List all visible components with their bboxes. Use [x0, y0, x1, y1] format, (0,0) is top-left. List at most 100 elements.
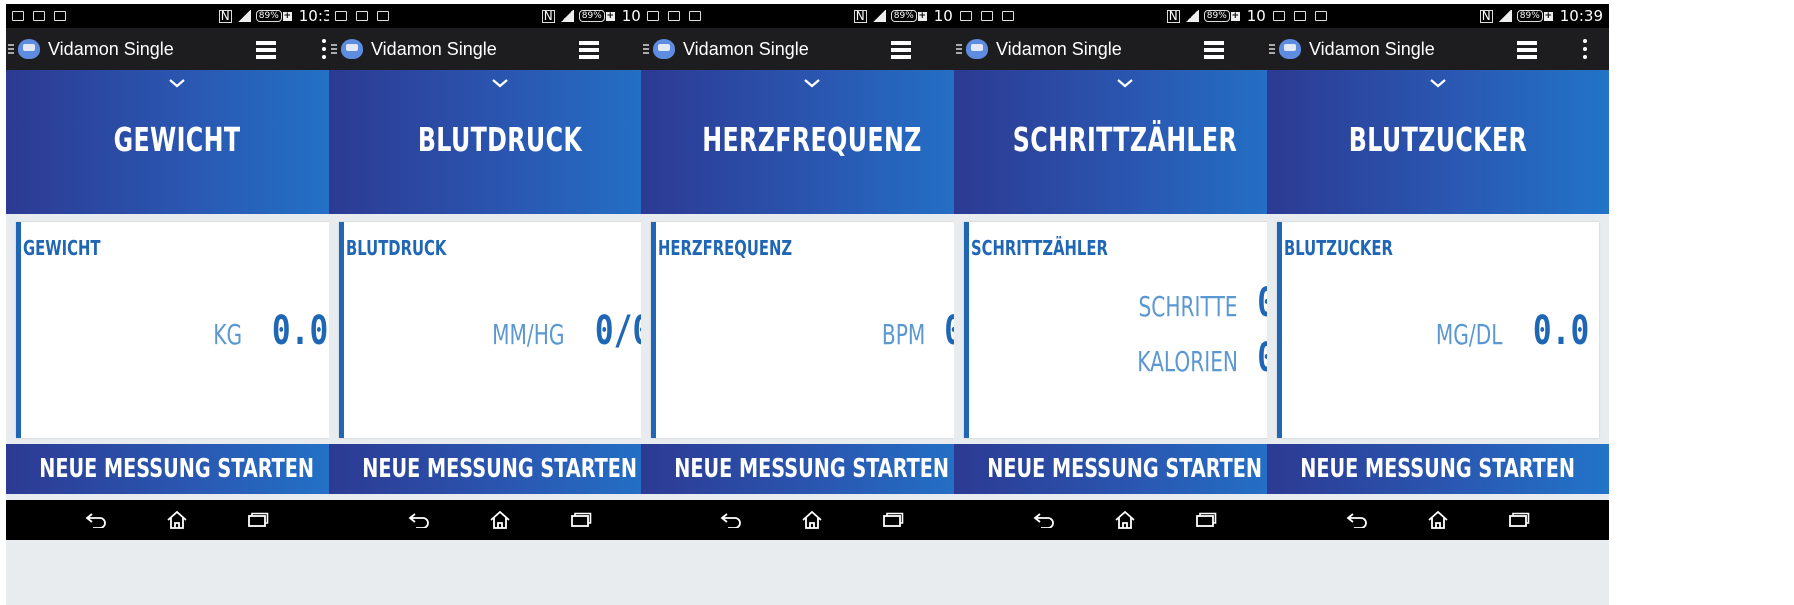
battery-level: 89%: [255, 10, 282, 22]
home-icon[interactable]: [166, 510, 188, 530]
list-view-icon[interactable]: [1204, 41, 1224, 59]
overflow-menu-icon[interactable]: [1583, 39, 1587, 59]
back-icon[interactable]: [1033, 512, 1055, 528]
start-measurement-label: NEUE MESSUNG STARTEN: [39, 454, 315, 484]
app-title: Vidamon Single: [1309, 38, 1435, 59]
hero-title: BLUTZUCKER: [1348, 120, 1528, 159]
measurement-card: SCHRITTZÄHLER SCHRITTE0 KALORIEN0: [964, 222, 1286, 438]
navigation-bar: [641, 500, 983, 540]
app-logo-icon[interactable]: [653, 39, 675, 59]
drawer-icon[interactable]: [643, 44, 649, 54]
hero-title: HERZFREQUENZ: [702, 120, 922, 159]
start-measurement-button[interactable]: NEUE MESSUNG STARTEN: [329, 444, 671, 494]
hero-banner: BLUTZUCKER: [1267, 70, 1609, 214]
navigation-bar: [1267, 500, 1609, 540]
back-icon[interactable]: [408, 512, 430, 528]
nfc-icon: N: [1479, 8, 1493, 23]
cast-icon: [1002, 11, 1014, 21]
metric-row: MG/DL 0.0: [1410, 308, 1589, 354]
start-measurement-button[interactable]: NEUE MESSUNG STARTEN: [954, 444, 1296, 494]
home-icon[interactable]: [489, 510, 511, 530]
measurement-card: GEWICHT KG 0.0: [16, 222, 338, 438]
home-icon[interactable]: [1114, 510, 1136, 530]
navigation-bar: [6, 500, 348, 540]
chevron-down-icon[interactable]: [1116, 78, 1134, 88]
drawer-icon[interactable]: [8, 44, 14, 54]
hero-title: BLUTDRUCK: [417, 120, 583, 159]
start-measurement-button[interactable]: NEUE MESSUNG STARTEN: [1267, 444, 1609, 494]
battery-level: 89%: [890, 10, 917, 22]
cast-icon: [1294, 11, 1306, 21]
action-bar: Vidamon Single: [954, 28, 1296, 70]
list-view-icon[interactable]: [579, 41, 599, 59]
nfc-icon: N: [541, 8, 555, 23]
nfc-icon: N: [218, 8, 232, 23]
back-icon[interactable]: [85, 512, 107, 528]
drawer-icon[interactable]: [1269, 44, 1275, 54]
navigation-bar: [329, 500, 671, 540]
metric-value: 0.0: [1532, 308, 1589, 354]
drawer-icon[interactable]: [331, 44, 337, 54]
app-logo-icon[interactable]: [966, 39, 988, 59]
list-view-icon[interactable]: [256, 41, 276, 59]
home-icon[interactable]: [801, 510, 823, 530]
recents-icon[interactable]: [1508, 512, 1530, 528]
cast-icon: [1315, 11, 1327, 21]
battery-level: 89%: [1516, 10, 1543, 22]
home-icon[interactable]: [1427, 510, 1449, 530]
battery-icon: 89% +: [1516, 10, 1553, 22]
phone-screen-1: N 89% + 10:37 Vidamon Single GEWICHT GEW…: [6, 4, 348, 605]
recents-icon[interactable]: [1195, 512, 1217, 528]
phone-screen-3: N 89% + 10:38 Vidamon Single HERZFREQUEN…: [641, 4, 983, 605]
app-title: Vidamon Single: [996, 38, 1122, 59]
app-logo-icon[interactable]: [18, 39, 40, 59]
status-bar: N 89% + 10:37: [6, 4, 348, 28]
metric-row: MM/HG 0/0: [464, 308, 651, 354]
list-view-icon[interactable]: [1517, 41, 1537, 59]
card-title: SCHRITTZÄHLER: [971, 236, 1108, 260]
card-title: BLUTZUCKER: [1284, 236, 1393, 260]
drawer-icon[interactable]: [956, 44, 962, 54]
list-view-icon[interactable]: [891, 41, 911, 59]
signal-icon: [236, 10, 251, 22]
chevron-down-icon[interactable]: [491, 78, 509, 88]
app-logo-icon[interactable]: [1279, 39, 1301, 59]
metric-row: KG 0.0: [202, 308, 328, 354]
battery-icon: 89% +: [1203, 10, 1240, 22]
start-measurement-button[interactable]: NEUE MESSUNG STARTEN: [6, 444, 348, 494]
image-icon: [647, 11, 659, 21]
chevron-down-icon[interactable]: [1429, 78, 1447, 88]
action-bar: Vidamon Single: [329, 28, 671, 70]
recents-icon[interactable]: [247, 512, 269, 528]
hero-banner: HERZFREQUENZ: [641, 70, 983, 214]
hero-title: GEWICHT: [113, 120, 241, 159]
metric-unit: KALORIEN: [1137, 345, 1238, 378]
chevron-down-icon[interactable]: [168, 78, 186, 88]
metric-unit: SCHRITTE: [1138, 290, 1238, 323]
nfc-icon: N: [1166, 8, 1180, 23]
cast-icon: [377, 11, 389, 21]
recents-icon[interactable]: [570, 512, 592, 528]
phone-screen-5: N 89% + 10:39 Vidamon Single BLUTZUCKER: [1267, 4, 1609, 605]
app-title: Vidamon Single: [371, 38, 497, 59]
card-title: GEWICHT: [23, 236, 101, 260]
metric-value: 0.0: [271, 308, 328, 354]
start-measurement-label: NEUE MESSUNG STARTEN: [987, 454, 1263, 484]
app-logo-icon[interactable]: [341, 39, 363, 59]
measurement-card: BLUTDRUCK MM/HG 0/0: [339, 222, 661, 438]
back-icon[interactable]: [720, 512, 742, 528]
start-measurement-button[interactable]: NEUE MESSUNG STARTEN: [641, 444, 983, 494]
cast-icon: [356, 11, 368, 21]
phone-screen-2: N 89% + 10:38 Vidamon Single BLUTDRUCK: [329, 4, 671, 605]
cast-icon: [981, 11, 993, 21]
chevron-down-icon[interactable]: [803, 78, 821, 88]
back-icon[interactable]: [1346, 512, 1368, 528]
recents-icon[interactable]: [882, 512, 904, 528]
measurement-card: HERZFREQUENZ BPM0: [651, 222, 973, 438]
cast-icon: [54, 11, 66, 21]
overflow-menu-icon[interactable]: [322, 39, 326, 59]
app-title: Vidamon Single: [683, 38, 809, 59]
status-bar: N 89% + 10:39: [1267, 4, 1609, 28]
metric-unit: KG: [212, 318, 242, 351]
metric-unit: MM/HG: [492, 318, 565, 351]
